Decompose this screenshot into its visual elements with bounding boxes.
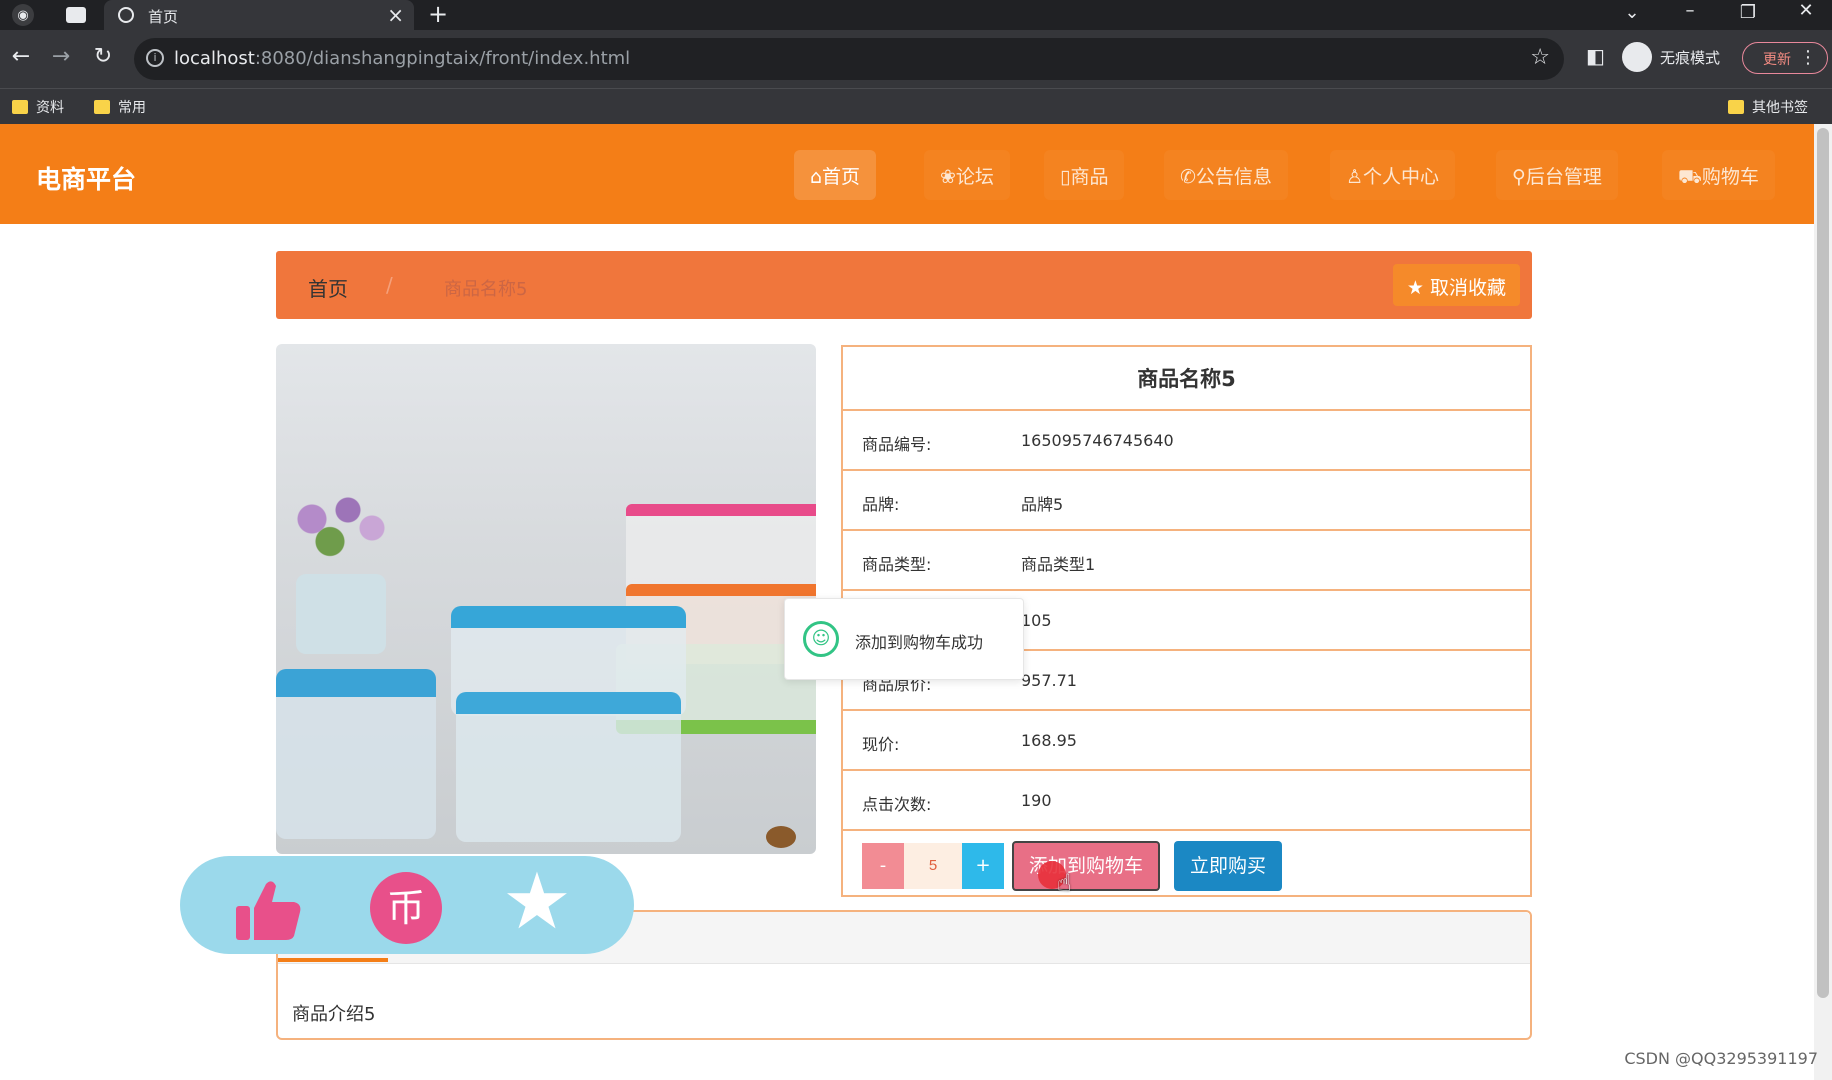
more-menu-icon[interactable]: ⋮ <box>1799 47 1817 68</box>
reload-icon[interactable]: ↻ <box>88 44 118 69</box>
wood-piece <box>766 826 796 848</box>
tab-title: 首页 <box>148 8 179 26</box>
breadcrumb: 首页 / 商品名称5 ★ 取消收藏 <box>276 251 1532 319</box>
nav-forum[interactable]: ❀论坛 <box>924 150 1010 200</box>
browser-tab[interactable]: 首页 × <box>104 0 414 30</box>
detail-value: 957.71 <box>1021 671 1077 690</box>
vase <box>296 574 386 654</box>
detail-value: 190 <box>1021 791 1052 810</box>
product-intro-text: 商品介绍5 <box>292 1004 376 1025</box>
detail-value: 商品类型1 <box>1021 555 1096 574</box>
nav-home[interactable]: ⌂首页 <box>794 150 877 200</box>
breadcrumb-separator: / <box>386 273 393 297</box>
breadcrumb-home[interactable]: 首页 <box>308 273 348 302</box>
other-bookmarks[interactable]: 其他书签 <box>1728 97 1808 117</box>
purchase-actions: - + 添加到购物车 ☝ 立即购买 <box>843 833 1530 897</box>
detail-value: 105 <box>1021 611 1052 630</box>
browser-tab-bar: ◉ 首页 × + ⌄ – ❐ ✕ <box>0 0 1832 30</box>
back-icon[interactable]: ← <box>6 44 36 69</box>
bookmark-star-icon[interactable]: ☆ <box>1530 45 1550 70</box>
pink-lid-box <box>626 504 816 594</box>
site-info-icon[interactable]: i <box>146 49 164 67</box>
tab-list-icon[interactable]: ⌄ <box>1612 2 1652 23</box>
detail-value: 品牌5 <box>1021 495 1064 514</box>
nav-notice[interactable]: ✆公告信息 <box>1164 150 1288 200</box>
detail-label: 商品类型: <box>862 555 932 574</box>
product-title: 商品名称5 <box>843 347 1530 411</box>
browser-toolbar: ← → ↻ i localhost:8080/dianshangpingtaix… <box>0 30 1832 88</box>
detail-label: 现价: <box>862 735 900 754</box>
folder-icon <box>12 100 28 114</box>
hand-cursor-icon: ☝ <box>1057 869 1072 897</box>
blue-lid-box-bottom <box>456 692 681 842</box>
url-text[interactable]: localhost:8080/dianshangpingtaix/front/i… <box>174 48 630 69</box>
success-toast: ☺ 添加到购物车成功 <box>784 598 1024 680</box>
close-tab-icon[interactable]: × <box>387 3 404 27</box>
blue-lid-left <box>276 669 436 839</box>
detail-label: 品牌: <box>862 495 900 514</box>
new-tab-icon[interactable]: + <box>428 0 448 28</box>
minimize-icon[interactable]: – <box>1670 0 1710 21</box>
restore-icon[interactable]: ❐ <box>1728 2 1768 23</box>
globe-icon <box>118 7 134 23</box>
tab-search-icon[interactable] <box>66 7 86 23</box>
page-scrollbar[interactable] <box>1814 124 1832 1080</box>
unfavorite-button[interactable]: ★ 取消收藏 <box>1392 264 1520 306</box>
chrome-menu-icon[interactable]: ◉ <box>12 4 34 26</box>
nav-goods[interactable]: ▯商品 <box>1044 150 1125 200</box>
bookmarks-bar: 资料 常用 其他书签 <box>0 88 1832 124</box>
bookmark-folder-ziliao[interactable]: 资料 <box>12 97 64 117</box>
quantity-input[interactable] <box>904 843 962 889</box>
smile-icon: ☺ <box>803 621 839 657</box>
side-panel-icon[interactable]: ◧ <box>1586 44 1605 68</box>
nav-admin[interactable]: ⚲后台管理 <box>1496 150 1618 200</box>
detail-value: 165095746745640 <box>1021 431 1174 450</box>
nav-user-center[interactable]: ♙个人中心 <box>1330 150 1456 200</box>
nav-cart[interactable]: ⛟购物车 <box>1662 150 1775 200</box>
address-bar[interactable]: i localhost:8080/dianshangpingtaix/front… <box>134 38 1564 80</box>
coin-icon[interactable]: 币 <box>370 872 442 944</box>
quantity-minus-button[interactable]: - <box>862 843 904 889</box>
toast-message: 添加到购物车成功 <box>855 633 984 652</box>
product-image <box>276 344 816 854</box>
detail-row-clicks: 点击次数: 190 <box>843 771 1530 831</box>
incognito-icon <box>1622 42 1652 72</box>
folder-icon <box>94 100 110 114</box>
detail-label: 点击次数: <box>862 795 932 814</box>
detail-row-brand: 品牌: 品牌5 <box>843 471 1530 531</box>
detail-value: 168.95 <box>1021 731 1077 750</box>
site-brand[interactable]: 电商平台 <box>36 160 136 196</box>
detail-row-code: 商品编号: 165095746745640 <box>843 411 1530 471</box>
flower-pot <box>276 474 396 564</box>
thumbs-up-icon[interactable] <box>232 874 304 946</box>
favorite-star-icon[interactable]: ★ <box>502 860 572 944</box>
bookmark-folder-changyong[interactable]: 常用 <box>94 97 146 117</box>
floating-action-bar: 币 ★ <box>180 856 634 954</box>
detail-row-price: 现价: 168.95 <box>843 711 1530 771</box>
scroll-thumb[interactable] <box>1817 128 1829 998</box>
forward-icon[interactable]: → <box>46 44 76 69</box>
detail-label: 商品编号: <box>862 435 932 454</box>
active-tab-indicator <box>278 958 388 962</box>
update-button[interactable]: 更新 ⋮ <box>1742 42 1828 74</box>
folder-icon <box>1728 100 1744 114</box>
site-header: 电商平台 ⌂首页 ❀论坛 ▯商品 ✆公告信息 ♙个人中心 ⚲后台管理 ⛟购物车 <box>0 124 1814 224</box>
quantity-plus-button[interactable]: + <box>962 843 1004 889</box>
incognito-label: 无痕模式 <box>1660 49 1721 67</box>
update-label: 更新 <box>1763 52 1791 68</box>
watermark: CSDN @QQ3295391197 <box>1624 1049 1818 1068</box>
window-close-icon[interactable]: ✕ <box>1786 0 1826 21</box>
add-to-cart-button[interactable]: 添加到购物车 <box>1012 841 1160 891</box>
buy-now-button[interactable]: 立即购买 <box>1174 841 1282 891</box>
detail-row-type: 商品类型: 商品类型1 <box>843 531 1530 591</box>
breadcrumb-current: 商品名称5 <box>444 279 528 300</box>
